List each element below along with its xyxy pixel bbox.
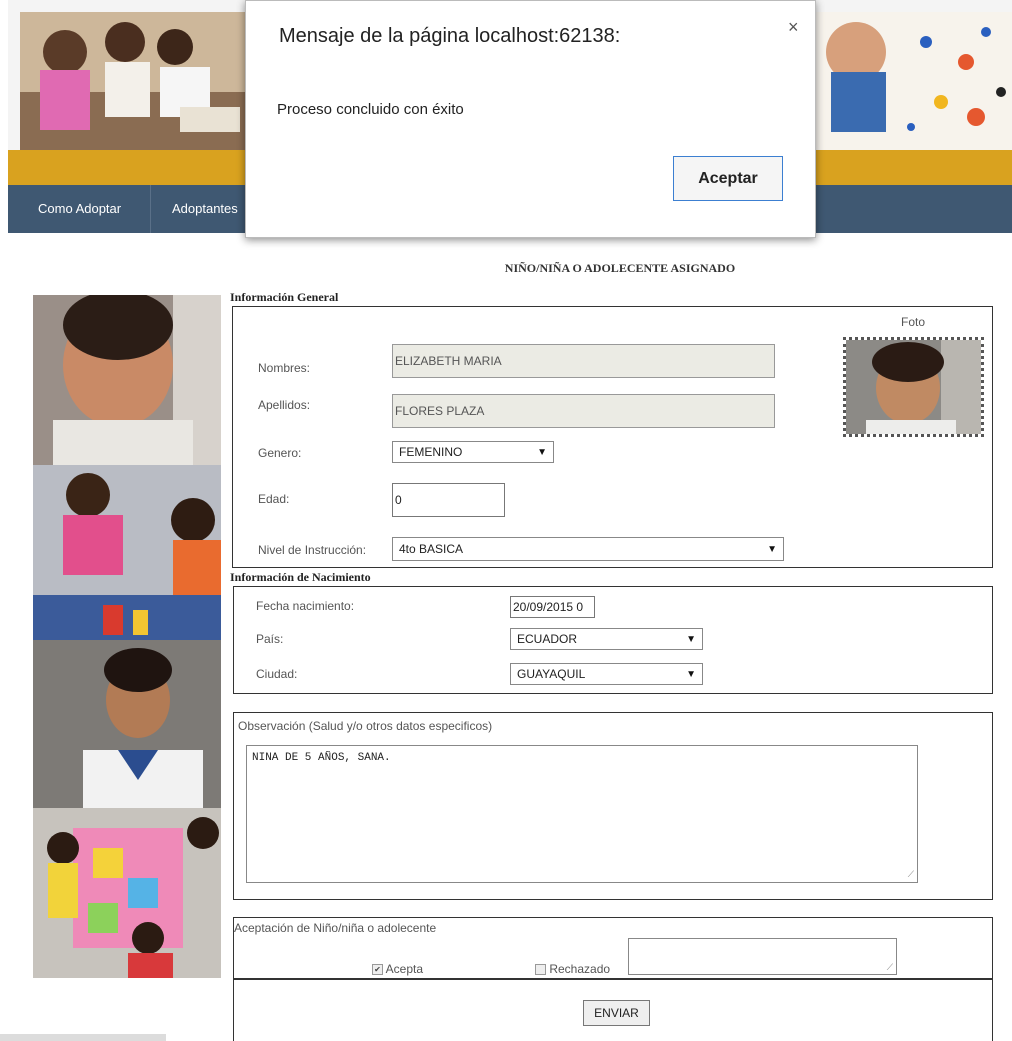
observacion-text: NINA DE 5 AÑOS, SANA. xyxy=(252,752,391,764)
pais-value: ECUADOR xyxy=(517,632,578,646)
side-photo-playing xyxy=(33,465,221,640)
resize-handle-icon[interactable]: ⟋ xyxy=(908,869,914,880)
nav-como-adoptar[interactable]: Como Adoptar xyxy=(38,185,121,233)
nombres-label: Nombres: xyxy=(258,361,311,375)
close-icon[interactable]: × xyxy=(788,17,799,38)
general-legend: Información General xyxy=(230,290,339,304)
observacion-label: Observación (Salud y/o otros datos espec… xyxy=(238,719,493,733)
nivel-label: Nivel de Instrucción: xyxy=(258,543,367,557)
rechazado-label: Rechazado xyxy=(549,962,611,976)
apellidos-input[interactable]: FLORES PLAZA xyxy=(392,394,775,428)
alert-dialog: Mensaje de la página localhost:62138: × … xyxy=(245,0,816,238)
checkbox-icon[interactable] xyxy=(535,964,546,976)
nivel-select[interactable]: 4to BASICA ▼ xyxy=(392,537,784,561)
page-title: NIÑO/NIÑA O ADOLECENTE ASIGNADO xyxy=(504,261,736,275)
aceptacion-label: Aceptación de Niño/niña o adolecente xyxy=(234,921,437,935)
genero-select[interactable]: FEMENINO ▼ xyxy=(392,441,554,463)
ciudad-value: GUAYAQUIL xyxy=(517,667,586,681)
nombres-input[interactable]: ELIZABETH MARIA xyxy=(392,344,775,378)
rechazo-motivo-textarea[interactable]: ⟋ xyxy=(628,938,897,975)
dialog-ok-button[interactable]: Aceptar xyxy=(673,156,783,201)
fecha-input[interactable]: 20/09/2015 0 xyxy=(510,596,595,618)
dropdown-arrow-icon: ▼ xyxy=(767,543,777,555)
nivel-value: 4to BASICA xyxy=(399,542,464,556)
dropdown-arrow-icon: ▼ xyxy=(537,446,547,458)
nacimiento-legend: Información de Nacimiento xyxy=(230,570,371,584)
photo-label: Foto xyxy=(901,315,926,329)
genero-value: FEMENINO xyxy=(399,445,463,459)
observacion-textarea[interactable]: NINA DE 5 AÑOS, SANA. ⟋ xyxy=(246,745,918,883)
header-photo-children xyxy=(20,12,245,150)
child-photo xyxy=(843,337,984,437)
dialog-message: Proceso concluido con éxito xyxy=(277,101,464,118)
ciudad-label: Ciudad: xyxy=(256,667,298,681)
dialog-title: Mensaje de la página localhost:62138: xyxy=(279,25,621,47)
acepta-option[interactable]: ✔ Acepta xyxy=(372,962,423,976)
side-photo-baby xyxy=(33,295,221,465)
pais-select[interactable]: ECUADOR ▼ xyxy=(510,628,703,650)
nav-adoptantes[interactable]: Adoptantes xyxy=(172,185,238,233)
dropdown-arrow-icon: ▼ xyxy=(686,633,696,645)
acepta-label: Acepta xyxy=(385,962,424,976)
edad-input[interactable]: 0 xyxy=(392,483,505,517)
side-photo-boy xyxy=(33,640,221,808)
header-photo-paint xyxy=(816,12,1012,150)
checkbox-checked-icon[interactable]: ✔ xyxy=(372,964,383,976)
ciudad-select[interactable]: GUAYAQUIL ▼ xyxy=(510,663,703,685)
resize-handle-icon[interactable]: ⟋ xyxy=(887,962,893,973)
nav-divider xyxy=(150,185,151,233)
rechazado-option[interactable]: Rechazado xyxy=(535,962,610,976)
side-photo-puzzle xyxy=(33,808,221,978)
enviar-button[interactable]: ENVIAR xyxy=(583,1000,650,1026)
genero-label: Genero: xyxy=(258,446,302,460)
edad-label: Edad: xyxy=(258,492,290,506)
apellidos-label: Apellidos: xyxy=(258,398,311,412)
fecha-label: Fecha nacimiento: xyxy=(256,599,355,613)
pais-label: País: xyxy=(256,632,284,646)
horizontal-scrollbar[interactable] xyxy=(0,1034,166,1041)
dropdown-arrow-icon: ▼ xyxy=(686,668,696,680)
